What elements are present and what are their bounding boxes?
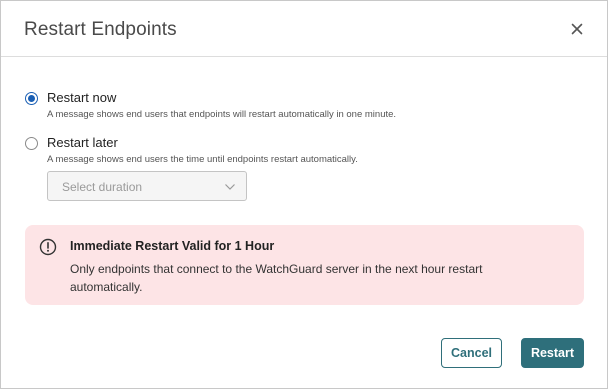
dialog-title: Restart Endpoints (24, 19, 177, 40)
close-button[interactable] (567, 19, 587, 39)
alert-body: Only endpoints that connect to the Watch… (70, 262, 483, 294)
restart-warning-alert: Immediate Restart Valid for 1 Hour Only … (25, 225, 584, 305)
restart-later-description: A message shows end users the time until… (47, 154, 358, 165)
restart-later-label[interactable]: Restart later (47, 135, 118, 150)
restart-now-label[interactable]: Restart now (47, 90, 116, 105)
duration-select-placeholder: Select duration (62, 180, 143, 194)
close-icon (571, 23, 583, 35)
dialog-header: Restart Endpoints (1, 1, 607, 57)
alert-title: Immediate Restart Valid for 1 Hour (70, 239, 275, 253)
duration-select[interactable]: Select duration (47, 171, 247, 201)
restart-endpoints-dialog: Restart Endpoints Restart now A message … (0, 0, 608, 389)
chevron-down-icon (225, 184, 235, 190)
cancel-button[interactable]: Cancel (441, 338, 502, 368)
restart-later-radio[interactable] (25, 137, 38, 150)
warning-circle-icon (39, 238, 57, 256)
restart-button[interactable]: Restart (521, 338, 584, 368)
restart-now-radio[interactable] (25, 92, 38, 105)
restart-now-description: A message shows end users that endpoints… (47, 109, 397, 120)
